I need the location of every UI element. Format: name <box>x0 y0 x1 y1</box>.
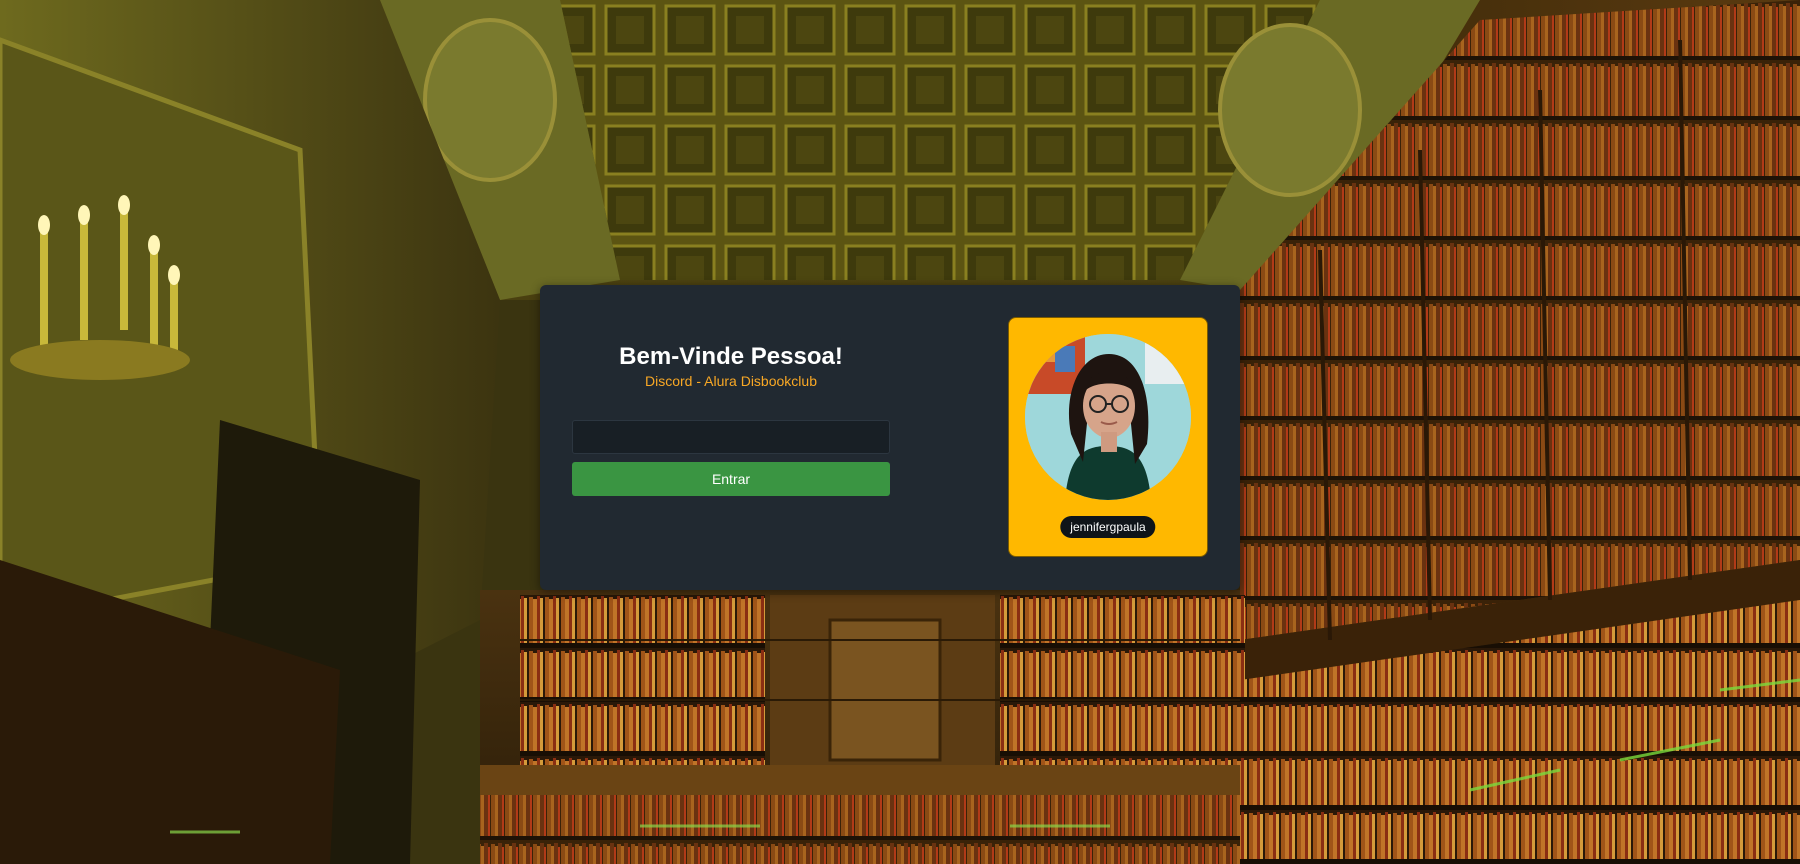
user-photo-icon <box>1025 334 1191 500</box>
username-badge: jennifergpaula <box>1060 516 1156 538</box>
enter-button[interactable]: Entrar <box>572 462 890 496</box>
app-subtitle: Discord - Alura Disbookclub <box>645 373 817 389</box>
login-form: Bem-Vinde Pessoa! Discord - Alura Disboo… <box>572 285 890 590</box>
library-background: Bem-Vinde Pessoa! Discord - Alura Disboo… <box>0 0 1800 864</box>
page-title: Bem-Vinde Pessoa! <box>619 343 843 370</box>
profile-card: jennifergpaula <box>1008 317 1208 557</box>
username-input[interactable] <box>572 420 890 454</box>
avatar <box>1025 334 1191 500</box>
login-card: Bem-Vinde Pessoa! Discord - Alura Disboo… <box>540 285 1240 590</box>
